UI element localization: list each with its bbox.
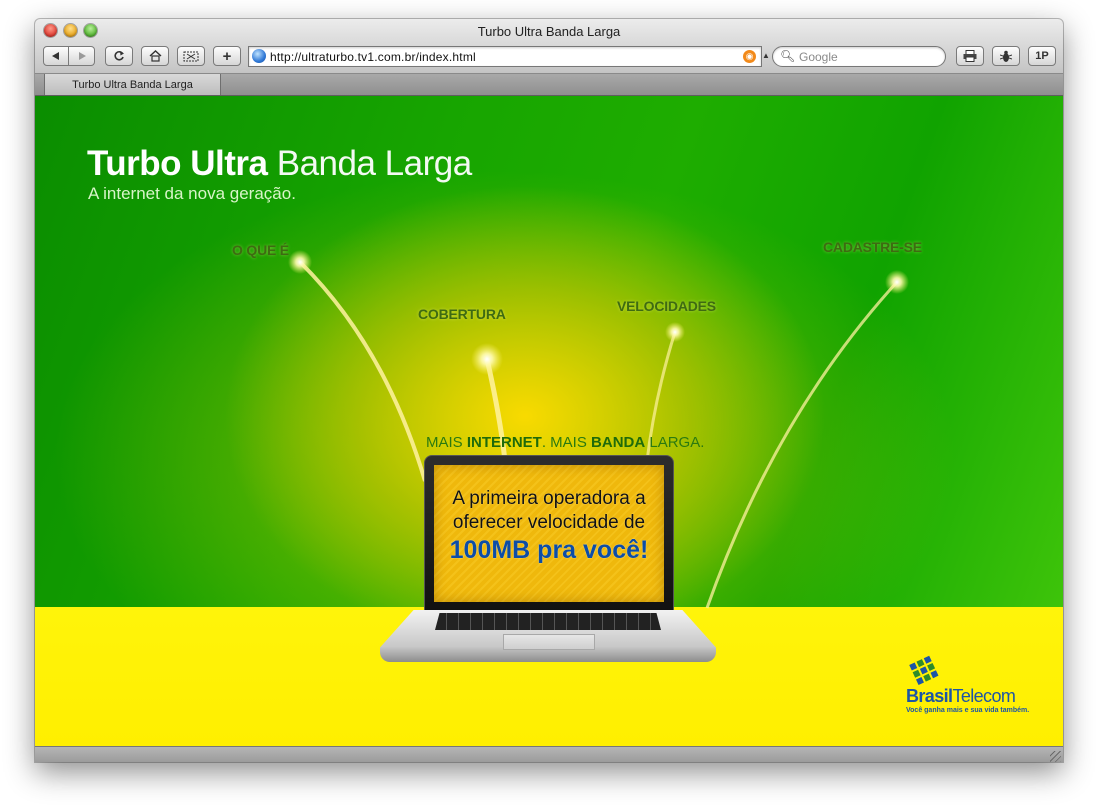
laptop-keyboard — [435, 613, 661, 630]
tagline-part: LARGA. — [645, 434, 705, 451]
back-button[interactable] — [43, 46, 69, 66]
tab-bar: Turbo Ultra Banda Larga — [35, 74, 1063, 96]
web-clip-button[interactable] — [177, 46, 205, 66]
forward-arrow-icon — [78, 52, 86, 60]
reload-button[interactable] — [105, 46, 133, 66]
page-subtitle: A internet da nova geração. — [88, 184, 296, 203]
window-title: Turbo Ultra Banda Larga — [477, 24, 621, 39]
glow-velocidades — [665, 322, 685, 342]
nav-buttons — [43, 46, 95, 66]
laptop[interactable]: A primeira operadora a oferecer velocida… — [424, 455, 674, 612]
headline-bold: Turbo Ultra — [87, 144, 268, 183]
home-button[interactable] — [141, 46, 169, 66]
onepassword-button[interactable]: 1P — [1028, 46, 1056, 66]
web-clip-icon — [183, 51, 199, 61]
print-button[interactable] — [956, 46, 984, 66]
reload-icon — [114, 51, 124, 61]
nav-link-o-que-e[interactable]: O QUE É — [232, 242, 289, 258]
home-icon — [149, 50, 161, 62]
screen-text-highlight: 100MB pra você! — [449, 536, 649, 564]
browser-toolbar: Turbo Ultra Banda Larga + http://ultratu… — [35, 19, 1063, 74]
glow-cadastre — [885, 270, 909, 294]
bug-button[interactable] — [992, 46, 1020, 66]
glow-oque — [288, 250, 312, 274]
forward-button[interactable] — [69, 46, 95, 66]
glow-cobertura — [471, 343, 503, 375]
url-text[interactable]: http://ultraturbo.tv1.com.br/index.html — [270, 50, 476, 64]
laptop-trackpad — [503, 634, 595, 650]
brand-logo-text[interactable]: BrasilTelecom — [906, 686, 1016, 707]
nav-link-cobertura[interactable]: COBERTURA — [418, 306, 506, 322]
nav-link-velocidades[interactable]: VELOCIDADES — [617, 298, 716, 314]
resize-grip-icon[interactable] — [1050, 751, 1061, 762]
screen-text-line-2: oferecer velocidade de — [452, 512, 646, 533]
tagline-bold: BANDA — [591, 434, 646, 451]
tagline-bold: INTERNET — [466, 434, 542, 451]
page-content: Turbo Ultra Banda Larga A internet da no… — [35, 96, 1063, 746]
print-icon — [963, 50, 977, 62]
add-bookmark-button[interactable]: + — [213, 46, 241, 66]
back-arrow-icon — [52, 52, 59, 60]
headline-light: Banda Larga — [267, 144, 472, 183]
browser-window: Turbo Ultra Banda Larga + http://ultratu… — [35, 19, 1063, 762]
url-dropdown-icon[interactable]: ▲ — [762, 51, 770, 60]
brand-name-bold: Brasil — [906, 686, 953, 706]
globe-icon — [252, 49, 266, 63]
tagline-part: MAIS — [426, 434, 467, 451]
address-bar[interactable]: http://ultraturbo.tv1.com.br/index.html … — [248, 46, 762, 67]
search-input[interactable]: Google — [799, 50, 838, 64]
search-icon[interactable]: 🔍︎ — [780, 49, 795, 63]
brand-slogan: Você ganha mais e sua vida também. — [906, 707, 1030, 714]
tab-turbo-ultra[interactable]: Turbo Ultra Banda Larga — [44, 74, 221, 95]
tagline: MAIS INTERNET. MAIS BANDA LARGA. — [426, 434, 704, 451]
tagline-part: . MAIS — [541, 434, 592, 451]
page-headline: Turbo Ultra Banda Larga — [87, 144, 472, 184]
bug-icon — [1000, 50, 1012, 62]
screen-text-line-1: A primeira operadora a — [452, 488, 646, 509]
status-bar — [35, 746, 1063, 762]
brand-name-light: Telecom — [952, 686, 1016, 706]
search-field[interactable]: 🔍︎ Google — [772, 46, 946, 67]
laptop-screen[interactable]: A primeira operadora a oferecer velocida… — [434, 465, 664, 602]
nav-link-cadastre-se[interactable]: CADASTRE-SE — [823, 239, 922, 255]
brasil-telecom-logo-icon[interactable] — [909, 654, 945, 686]
rss-icon[interactable]: ◉ — [743, 50, 756, 63]
